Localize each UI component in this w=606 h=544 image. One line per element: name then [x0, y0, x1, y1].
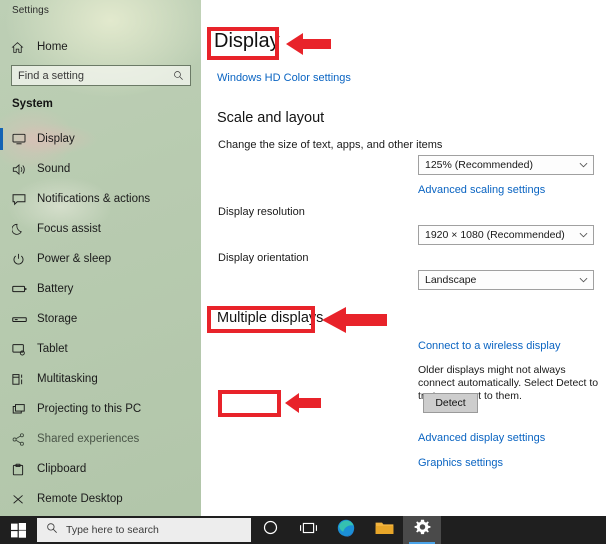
sidebar-nav: Display Sound Notifications & actions Fo… — [0, 124, 201, 514]
sidebar-item-power-sleep[interactable]: Power & sleep — [0, 244, 201, 274]
sidebar-item-shared-experiences[interactable]: Shared experiences — [0, 424, 201, 454]
sidebar-group-header: System — [12, 98, 53, 110]
edge-button[interactable] — [327, 516, 365, 544]
search-icon — [172, 70, 184, 82]
display-orientation-label: Display orientation — [218, 252, 309, 264]
sidebar-item-label: Projecting to this PC — [37, 403, 142, 415]
sidebar-item-label: Storage — [37, 313, 78, 325]
sidebar-item-clipboard[interactable]: Clipboard — [0, 454, 201, 484]
task-view-icon — [299, 521, 317, 540]
display-resolution-label: Display resolution — [218, 206, 305, 218]
chevron-down-icon — [577, 232, 589, 238]
multitasking-icon — [12, 371, 32, 387]
multiple-displays-heading: Multiple displays — [217, 310, 324, 326]
sidebar-item-multitasking[interactable]: Multitasking — [0, 364, 201, 394]
sidebar-home-label: Home — [37, 41, 68, 53]
taskbar-search-placeholder: Type here to search — [66, 524, 159, 536]
sidebar-item-battery[interactable]: Battery — [0, 274, 201, 304]
settings-sidebar: Settings Home Find a setting System Disp… — [0, 0, 201, 516]
sidebar-item-focus-assist[interactable]: Focus assist — [0, 214, 201, 244]
display-resolution-dropdown[interactable]: 1920 × 1080 (Recommended) — [418, 225, 594, 245]
sidebar-item-storage[interactable]: Storage — [0, 304, 201, 334]
sidebar-item-label: Notifications & actions — [37, 193, 151, 205]
sidebar-item-notifications[interactable]: Notifications & actions — [0, 184, 201, 214]
window-title: Settings — [12, 5, 49, 16]
windows-hd-color-settings-link[interactable]: Windows HD Color settings — [217, 72, 351, 84]
sidebar-item-label: Remote Desktop — [37, 493, 123, 505]
sidebar-item-label: Battery — [37, 283, 74, 295]
sidebar-item-label: Focus assist — [37, 223, 101, 235]
chevron-down-icon — [577, 277, 589, 283]
chevron-down-icon — [577, 162, 589, 168]
sidebar-item-label: Clipboard — [37, 463, 87, 475]
taskbar: Type here to search — [0, 516, 606, 544]
sidebar-item-projecting[interactable]: Projecting to this PC — [0, 394, 201, 424]
display-orientation-dropdown[interactable]: Landscape — [418, 270, 594, 290]
battery-icon — [12, 281, 32, 297]
advanced-scaling-settings-link[interactable]: Advanced scaling settings — [418, 184, 545, 196]
task-view-button[interactable] — [289, 516, 327, 544]
display-orientation-value: Landscape — [425, 274, 477, 286]
settings-button[interactable] — [403, 516, 441, 544]
edge-icon — [337, 519, 355, 542]
search-placeholder: Find a setting — [18, 69, 85, 82]
clipboard-icon — [12, 461, 32, 477]
home-icon — [11, 41, 31, 54]
file-explorer-button[interactable] — [365, 516, 403, 544]
notification-icon — [12, 191, 32, 207]
scale-dropdown[interactable]: 125% (Recommended) — [418, 155, 594, 175]
project-icon — [12, 401, 32, 417]
sidebar-item-label: Multitasking — [37, 373, 98, 385]
settings-content: Display Windows HD Color settings Scale … — [201, 0, 606, 516]
power-icon — [12, 251, 32, 267]
gear-icon — [414, 519, 431, 541]
sidebar-item-label: Shared experiences — [37, 433, 140, 445]
search-input[interactable]: Find a setting — [11, 65, 191, 86]
screen: Settings Home Find a setting System Disp… — [0, 0, 606, 544]
sidebar-item-display[interactable]: Display — [0, 124, 201, 154]
advanced-display-settings-link[interactable]: Advanced display settings — [418, 432, 545, 444]
sidebar-item-remote-desktop[interactable]: Remote Desktop — [0, 484, 201, 514]
taskbar-search-input[interactable]: Type here to search — [37, 518, 251, 542]
sidebar-item-sound[interactable]: Sound — [0, 154, 201, 184]
remote-desktop-icon — [12, 491, 32, 507]
tablet-icon — [12, 341, 32, 357]
graphics-settings-link[interactable]: Graphics settings — [418, 457, 503, 469]
sidebar-item-tablet[interactable]: Tablet — [0, 334, 201, 364]
storage-icon — [12, 311, 32, 327]
search-icon — [46, 521, 58, 539]
detect-button[interactable]: Detect — [423, 393, 478, 413]
folder-icon — [375, 520, 394, 541]
start-button[interactable] — [0, 516, 36, 544]
share-icon — [12, 431, 32, 447]
sidebar-item-label: Power & sleep — [37, 253, 112, 265]
connect-wireless-display-link[interactable]: Connect to a wireless display — [418, 340, 560, 352]
circle-icon — [263, 520, 278, 540]
display-resolution-value: 1920 × 1080 (Recommended) — [425, 229, 565, 241]
sidebar-item-label: Display — [37, 133, 75, 145]
scale-label: Change the size of text, apps, and other… — [218, 139, 443, 151]
monitor-icon — [12, 131, 32, 147]
page-title: Display — [214, 30, 280, 52]
moon-icon — [12, 221, 32, 237]
settings-window: Settings Home Find a setting System Disp… — [0, 0, 606, 516]
sidebar-item-label: Tablet — [37, 343, 68, 355]
sidebar-item-label: Sound — [37, 163, 71, 175]
scale-dropdown-value: 125% (Recommended) — [425, 159, 533, 171]
cortana-button[interactable] — [251, 516, 289, 544]
sidebar-item-home[interactable]: Home — [0, 36, 201, 58]
scale-and-layout-heading: Scale and layout — [217, 110, 325, 126]
speaker-icon — [12, 161, 32, 177]
